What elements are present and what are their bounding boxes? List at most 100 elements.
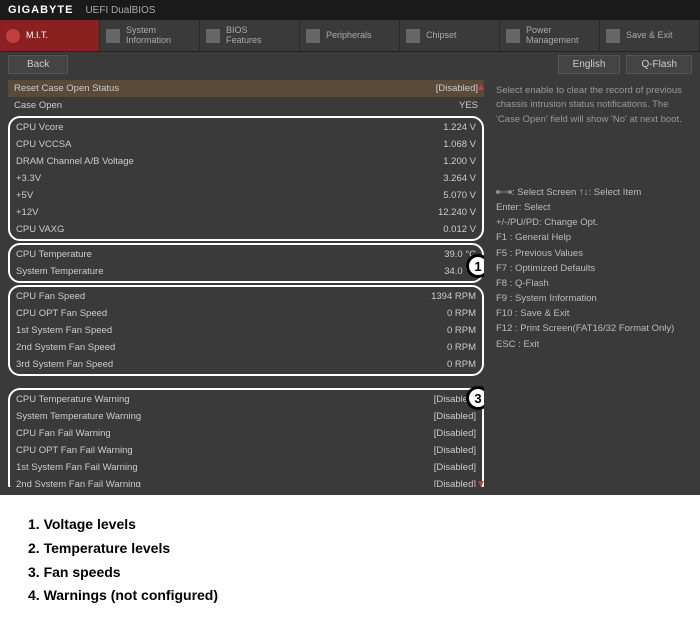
header-bar: GIGABYTE UEFI DualBIOS	[0, 0, 700, 20]
key-hint-row: F9 : System Information	[496, 291, 688, 306]
setting-row: CPU OPT Fan Speed0 RPM	[10, 305, 482, 322]
setting-row: CPU Temperature39.0 °C	[10, 246, 482, 263]
power-icon	[506, 29, 520, 43]
qflash-button[interactable]: Q-Flash	[626, 55, 692, 74]
setting-value: 1.200 V	[443, 156, 476, 167]
chipset-icon	[406, 29, 420, 43]
setting-value: 3.264 V	[443, 173, 476, 184]
tab-power[interactable]: PowerManagement	[500, 20, 600, 51]
setting-label: Case Open	[14, 100, 459, 111]
key-hint-row: ESC : Exit	[496, 337, 688, 352]
brand-subtitle: UEFI DualBIOS	[85, 5, 155, 16]
setting-row: CPU VCCSA1.068 V	[10, 136, 482, 153]
key-hint-row: ⇤⇥: Select Screen ↑↓: Select Item	[496, 185, 688, 200]
setting-label: System Temperature Warning	[16, 411, 434, 422]
settings-panel: 1 2 3 4 ▲ Reset Case Open Status[Disable…	[8, 80, 484, 487]
setting-row: 1st System Fan Speed0 RPM	[10, 322, 482, 339]
setting-row: 2nd System Fan Speed0 RPM	[10, 339, 482, 356]
legend: 1. Voltage levels2. Temperature levels3.…	[0, 495, 700, 626]
setting-value: [Disabled]	[434, 445, 476, 456]
setting-row[interactable]: CPU OPT Fan Fail Warning[Disabled]	[10, 442, 482, 459]
tab-chipset[interactable]: Chipset	[400, 20, 500, 51]
legend-item: 4. Warnings (not configured)	[28, 584, 672, 608]
setting-value: 0.012 V	[443, 224, 476, 235]
chip-icon	[206, 29, 220, 43]
setting-value: [Disabled]	[434, 462, 476, 473]
back-button[interactable]: Back	[8, 55, 68, 74]
setting-row: System Temperature34.0 °C	[10, 263, 482, 280]
legend-item: 3. Fan speeds	[28, 561, 672, 585]
setting-value: [Disabled]	[434, 428, 476, 439]
legend-item: 2. Temperature levels	[28, 537, 672, 561]
fan-section: CPU Fan Speed1394 RPMCPU OPT Fan Speed0 …	[8, 285, 484, 376]
setting-label: 3rd System Fan Speed	[16, 359, 447, 370]
tab-bios-features[interactable]: BIOSFeatures	[200, 20, 300, 51]
setting-value: 0 RPM	[447, 308, 476, 319]
setting-value: 0 RPM	[447, 359, 476, 370]
setting-label: DRAM Channel A/B Voltage	[16, 156, 443, 167]
help-text: Select enable to clear the record of pre…	[492, 80, 692, 131]
setting-value: 5.070 V	[443, 190, 476, 201]
setting-value: 1.224 V	[443, 122, 476, 133]
setting-row[interactable]: Case OpenYES	[8, 97, 484, 114]
setting-label: +5V	[16, 190, 443, 201]
setting-row: CPU VAXG0.012 V	[10, 221, 482, 238]
language-button[interactable]: English	[558, 55, 621, 74]
setting-value: [Disabled]	[434, 411, 476, 422]
setting-row[interactable]: CPU Fan Fail Warning[Disabled]	[10, 425, 482, 442]
main-area: 1 2 3 4 ▲ Reset Case Open Status[Disable…	[0, 76, 700, 495]
key-hint-row: Enter: Select	[496, 200, 688, 215]
setting-label: 2nd System Fan Speed	[16, 342, 447, 353]
warning-section: CPU Temperature Warning[Disabled]System …	[8, 388, 484, 487]
key-hint-row: F5 : Previous Values	[496, 246, 688, 261]
key-hint-row: +/-/PU/PD: Change Opt.	[496, 215, 688, 230]
setting-row[interactable]: Reset Case Open Status[Disabled]	[8, 80, 484, 97]
sub-header: Back English Q-Flash	[0, 52, 700, 76]
key-hints: ⇤⇥: Select Screen ↑↓: Select ItemEnter: …	[492, 181, 692, 356]
setting-value: 0 RPM	[447, 325, 476, 336]
legend-item: 1. Voltage levels	[28, 513, 672, 537]
callout-1: 1	[466, 254, 484, 278]
setting-value: [Disabled]	[436, 83, 478, 94]
setting-value: 1.068 V	[443, 139, 476, 150]
setting-label: System Temperature	[16, 266, 444, 277]
setting-row[interactable]: System Temperature Warning[Disabled]	[10, 408, 482, 425]
setting-row[interactable]: CPU Temperature Warning[Disabled]	[10, 391, 482, 408]
callout-3: 3	[466, 386, 484, 410]
setting-value: 12.240 V	[438, 207, 476, 218]
setting-label: CPU OPT Fan Speed	[16, 308, 447, 319]
setting-label: CPU Temperature	[16, 249, 444, 260]
setting-label: +12V	[16, 207, 438, 218]
temperature-section: CPU Temperature39.0 °CSystem Temperature…	[8, 243, 484, 283]
key-hint-row: F8 : Q-Flash	[496, 276, 688, 291]
setting-label: CPU Fan Fail Warning	[16, 428, 434, 439]
setting-label: CPU Fan Speed	[16, 291, 431, 302]
setting-value: 1394 RPM	[431, 291, 476, 302]
setting-label: 1st System Fan Speed	[16, 325, 447, 336]
gear-icon	[106, 29, 120, 43]
setting-row: DRAM Channel A/B Voltage1.200 V	[10, 153, 482, 170]
scroll-down-icon[interactable]: ▼	[476, 479, 484, 487]
mit-icon	[6, 29, 20, 43]
tab-mit[interactable]: M.I.T.	[0, 20, 100, 51]
tab-peripherals[interactable]: Peripherals	[300, 20, 400, 51]
help-panel: Select enable to clear the record of pre…	[492, 80, 692, 487]
setting-label: 1st System Fan Fail Warning	[16, 462, 434, 473]
setting-row: +12V12.240 V	[10, 204, 482, 221]
key-hint-row: F1 : General Help	[496, 230, 688, 245]
setting-value: YES	[459, 100, 478, 111]
tab-system-info[interactable]: SystemInformation	[100, 20, 200, 51]
key-hint-row: F10 : Save & Exit	[496, 306, 688, 321]
key-hint-row: F7 : Optimized Defaults	[496, 261, 688, 276]
setting-row[interactable]: 2nd System Fan Fail Warning[Disabled]	[10, 476, 482, 487]
scroll-up-icon[interactable]: ▲	[476, 82, 484, 92]
setting-row[interactable]: 1st System Fan Fail Warning[Disabled]	[10, 459, 482, 476]
voltage-section: CPU Vcore1.224 VCPU VCCSA1.068 VDRAM Cha…	[8, 116, 484, 241]
setting-label: Reset Case Open Status	[14, 83, 436, 94]
tab-save-exit[interactable]: Save & Exit	[600, 20, 700, 51]
setting-value: 0 RPM	[447, 342, 476, 353]
setting-label: CPU VCCSA	[16, 139, 443, 150]
setting-label: CPU VAXG	[16, 224, 443, 235]
setting-row: 3rd System Fan Speed0 RPM	[10, 356, 482, 373]
setting-row: +3.3V3.264 V	[10, 170, 482, 187]
